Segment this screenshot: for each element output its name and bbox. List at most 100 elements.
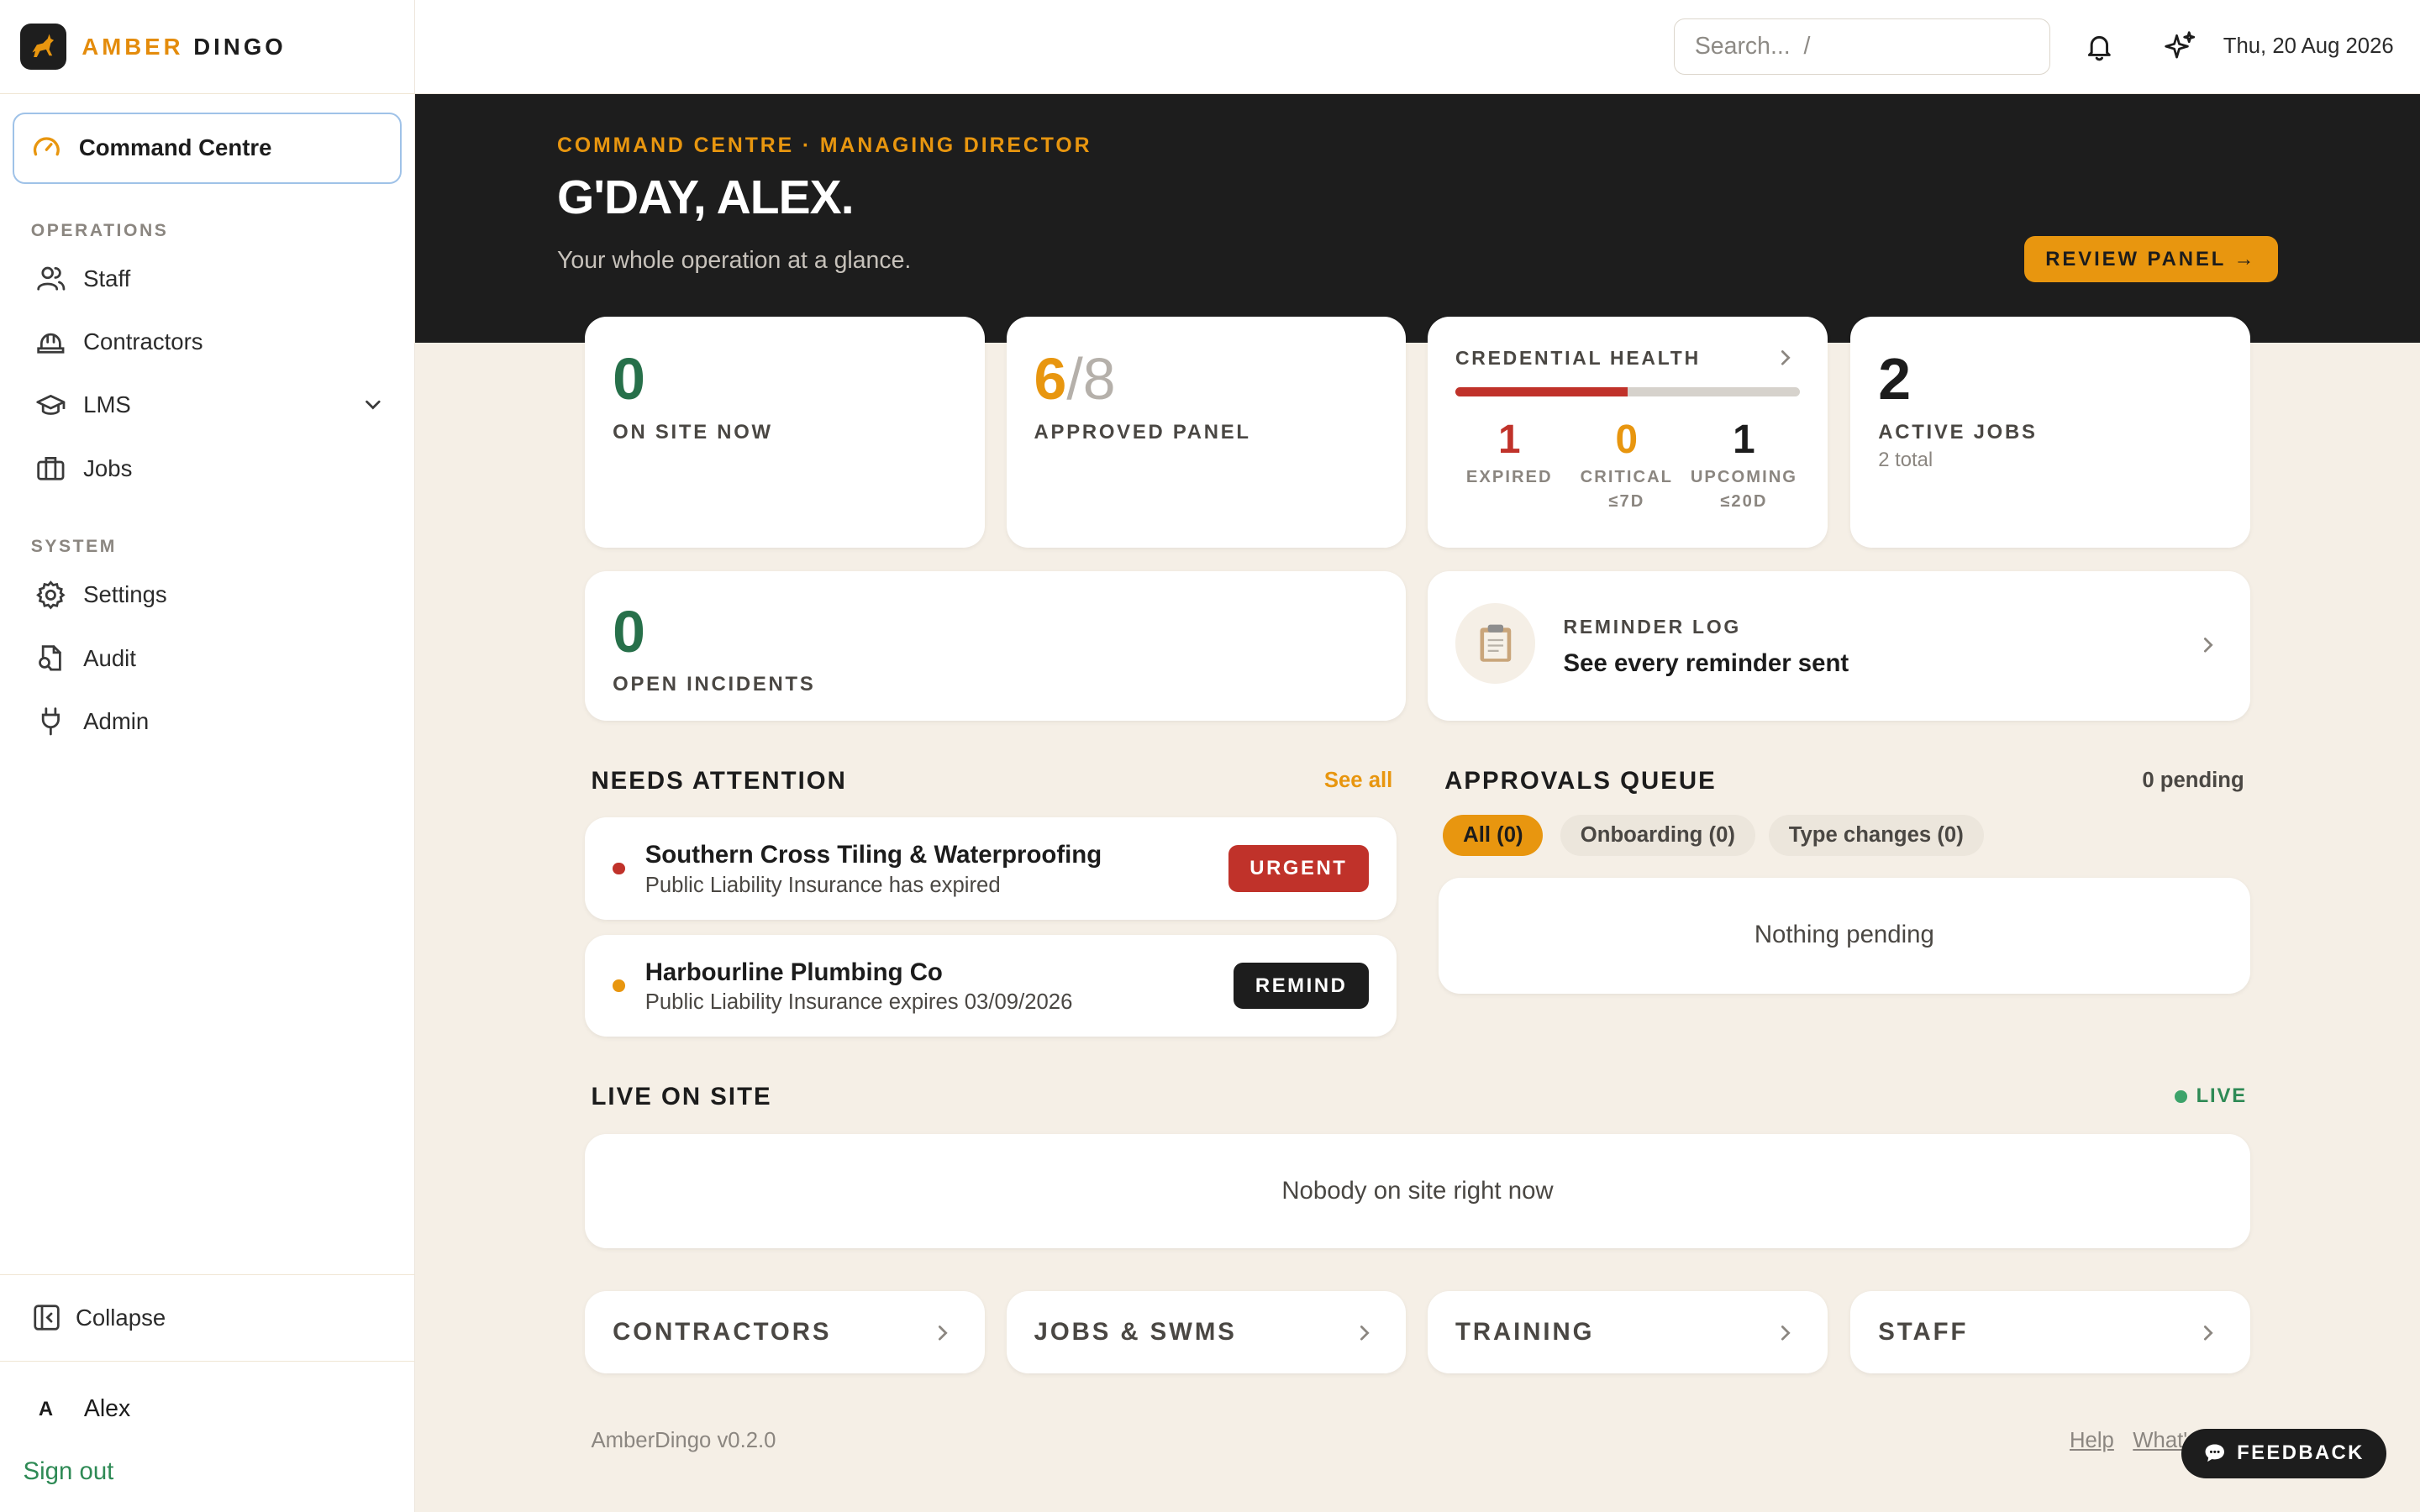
gauge-icon xyxy=(31,133,62,164)
empty-message: Nobody on site right now xyxy=(1281,1177,1554,1205)
collapse-sidebar-icon xyxy=(33,1304,60,1331)
quick-link-training[interactable]: TRAINING xyxy=(1427,1291,1828,1373)
quick-link-staff[interactable]: STAFF xyxy=(1850,1291,2250,1373)
approvals-queue-title: APPROVALS QUEUE xyxy=(1444,766,1717,795)
sign-out-link[interactable]: Sign out xyxy=(0,1457,414,1512)
credential-health-title: CREDENTIAL HEALTH xyxy=(1455,347,1701,370)
sidebar-footer: Collapse A Alex Sign out xyxy=(0,1274,415,1512)
live-status: LIVE xyxy=(2174,1084,2247,1108)
expired-label: EXPIRED xyxy=(1465,467,1553,486)
sidebar-item-contractors[interactable]: Contractors xyxy=(13,310,402,373)
feedback-button[interactable]: FEEDBACK xyxy=(2181,1428,2386,1478)
chevron-right-icon xyxy=(934,1322,952,1344)
nav-section-operations: OPERATIONS xyxy=(30,220,169,240)
live-label: LIVE xyxy=(2196,1084,2247,1108)
see-all-link[interactable]: See all xyxy=(1324,769,1392,793)
collapse-button[interactable]: Collapse xyxy=(0,1275,415,1362)
brand-name: AMBER DINGO xyxy=(82,34,286,60)
sidebar-item-staff[interactable]: Staff xyxy=(13,247,402,310)
critical-label-line1: CRITICAL xyxy=(1580,467,1674,486)
tab-onboarding[interactable]: Onboarding (0) xyxy=(1560,814,1755,857)
sidebar-item-label: Admin xyxy=(83,707,150,734)
sidebar-item-admin[interactable]: Admin xyxy=(13,690,402,753)
sidebar-item-command-centre[interactable]: Command Centre xyxy=(12,113,402,184)
hero-kicker: COMMAND CENTRE · MANAGING DIRECTOR xyxy=(557,134,1092,157)
stat-value: 0 xyxy=(613,599,645,665)
quick-link-label: CONTRACTORS xyxy=(613,1317,832,1346)
stat-on-site[interactable]: 0 ON SITE NOW xyxy=(585,316,985,549)
urgent-button[interactable]: URGENT xyxy=(1228,845,1370,892)
approved-count: 6 xyxy=(1034,345,1067,412)
brand-name-second: DINGO xyxy=(193,33,287,60)
topbar: Thu, 20 Aug 2026 xyxy=(415,0,2420,95)
sidebar-item-label: Settings xyxy=(83,581,167,608)
upcoming-label: UPCOMING ≤20D xyxy=(1686,465,1803,515)
sidebar-item-label: Staff xyxy=(83,265,131,291)
attention-item[interactable]: Harbourline Plumbing Co Public Liability… xyxy=(585,935,1397,1037)
panel-total: /8 xyxy=(1066,345,1116,412)
users-icon xyxy=(35,263,66,294)
attention-item-detail: Public Liability Insurance expires 03/09… xyxy=(644,990,1073,1015)
credential-health-card[interactable]: CREDENTIAL HEALTH 1 EXPIRED 0 CRITICAL ≤… xyxy=(1427,316,1828,549)
pending-count: 0 pending xyxy=(2142,768,2244,792)
quick-link-jobs-swms[interactable]: JOBS & SWMS xyxy=(1006,1291,1407,1373)
empty-message: Nothing pending xyxy=(1754,921,1934,949)
chevron-right-icon xyxy=(2199,634,2217,656)
sparkles-icon[interactable] xyxy=(2149,16,2211,77)
remind-button[interactable]: REMIND xyxy=(1234,963,1370,1010)
sidebar-item-audit[interactable]: Audit xyxy=(13,627,402,690)
approvals-empty-state: Nothing pending xyxy=(1438,878,2250,994)
sidebar: AMBER DINGO Command Centre OPERATIONS St… xyxy=(0,0,416,1512)
quick-link-contractors[interactable]: CONTRACTORS xyxy=(585,1291,985,1373)
avatar: A xyxy=(38,1397,54,1420)
upcoming-count: 1 xyxy=(1733,417,1755,462)
chevron-right-icon xyxy=(1355,1322,1374,1344)
reminder-log-title: See every reminder sent xyxy=(1563,649,1849,678)
reminder-log-card[interactable]: REMINDER LOG See every reminder sent xyxy=(1427,570,2250,721)
tab-all[interactable]: All (0) xyxy=(1443,814,1544,857)
review-panel-button[interactable]: REVIEW PANEL → xyxy=(2023,236,2278,283)
chat-bubble-icon xyxy=(2203,1441,2227,1465)
tab-type-changes[interactable]: Type changes (0) xyxy=(1768,814,1984,857)
sidebar-item-lms[interactable]: LMS xyxy=(13,374,402,437)
reminder-log-kicker: REMINDER LOG xyxy=(1563,615,1742,638)
credential-health-bar xyxy=(1455,387,1800,397)
gear-icon xyxy=(35,580,66,611)
file-search-icon xyxy=(35,643,66,674)
status-dot xyxy=(613,862,625,875)
sidebar-item-jobs[interactable]: Jobs xyxy=(13,437,402,500)
current-date: Thu, 20 Aug 2026 xyxy=(2223,34,2394,59)
collapse-label: Collapse xyxy=(75,1304,166,1331)
stat-value: 2 xyxy=(1878,345,1912,412)
credential-expired: 1 EXPIRED xyxy=(1450,417,1568,490)
stat-active-jobs[interactable]: 2 ACTIVE JOBS 2 total xyxy=(1850,316,2250,549)
user-profile[interactable]: A Alex xyxy=(0,1362,414,1457)
sidebar-item-label: LMS xyxy=(83,391,131,418)
stat-approved-panel[interactable]: 6/8 APPROVED PANEL xyxy=(1006,316,1407,549)
quick-link-label: TRAINING xyxy=(1455,1317,1595,1346)
stat-label: ON SITE NOW xyxy=(613,421,773,444)
feedback-label: FEEDBACK xyxy=(2237,1441,2365,1465)
upcoming-label-line2: ≤20D xyxy=(1720,492,1768,512)
attention-item-detail: Public Liability Insurance has expired xyxy=(644,873,1001,897)
chevron-down-icon[interactable] xyxy=(362,394,384,416)
brand[interactable]: AMBER DINGO xyxy=(0,0,415,95)
sidebar-item-label: Audit xyxy=(83,644,136,671)
sidebar-item-settings[interactable]: Settings xyxy=(13,564,402,627)
dingo-icon xyxy=(19,23,66,71)
live-on-site-title: LIVE ON SITE xyxy=(591,1083,772,1111)
help-link[interactable]: Help xyxy=(2070,1429,2114,1453)
attention-item[interactable]: Southern Cross Tiling & Waterproofing Pu… xyxy=(585,817,1397,920)
credential-critical: 0 CRITICAL ≤7D xyxy=(1568,417,1686,515)
brand-name-first: AMBER xyxy=(82,33,184,60)
stat-open-incidents[interactable]: 0 OPEN INCIDENTS xyxy=(585,570,1407,721)
attention-item-title: Harbourline Plumbing Co xyxy=(644,958,943,986)
search-input[interactable] xyxy=(1673,18,2051,76)
sidebar-item-label: Jobs xyxy=(83,454,133,481)
bell-icon[interactable] xyxy=(2069,16,2130,77)
user-name: Alex xyxy=(83,1395,131,1423)
sidebar-nav: Command Centre OPERATIONS Staff Contract… xyxy=(0,94,414,1274)
live-on-site-panel: Nobody on site right now xyxy=(585,1133,2250,1248)
stat-value: 6/8 xyxy=(1034,349,1116,409)
stat-label: OPEN INCIDENTS xyxy=(613,672,816,696)
